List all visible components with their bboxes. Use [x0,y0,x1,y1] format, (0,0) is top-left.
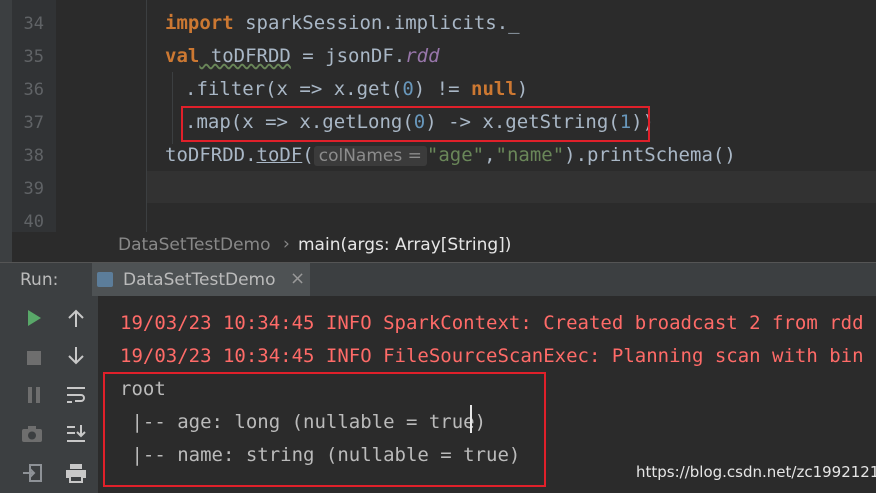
code-line-36[interactable]: .filter(x => x.get(0) != null) [185,78,528,100]
code-line-35[interactable]: val toDFRDD = jsonDF.rdd [165,45,440,67]
watermark: https://blog.csdn.net/zc19921215 [636,463,876,481]
keyword: null [471,78,517,100]
line-number: 37 [23,113,44,133]
field-name: rdd [405,45,440,67]
line-number: 36 [23,80,44,100]
run-icon[interactable] [22,308,46,332]
soft-wrap-icon[interactable] [64,385,88,409]
line-number: 34 [23,14,44,34]
breadcrumb: DataSetTestDemo › main(args: Array[Strin… [0,232,876,262]
line-number: 40 [23,212,44,232]
down-icon[interactable] [64,346,88,370]
breadcrumb-file[interactable]: DataSetTestDemo [118,235,271,255]
left-tool-strip [0,0,12,493]
number-literal: 0 [402,78,414,100]
current-line-highlight [146,171,876,203]
line-number: 35 [23,47,44,67]
code-text: ) != [413,78,471,100]
method-name: toDF [256,144,303,166]
camera-icon[interactable] [20,424,44,448]
code-text: ( [302,144,314,166]
run-toolbar [12,296,98,493]
run-config-icon [97,272,113,287]
parameter-hint: colNames = [313,146,427,166]
close-icon[interactable]: × [290,268,305,289]
keyword: import [165,12,234,34]
print-icon[interactable] [64,463,88,487]
indent-guide [146,0,147,232]
code-text: ).printSchema() [564,144,736,166]
stop-icon[interactable] [22,347,46,371]
code-text: .filter(x => x.get( [185,78,403,100]
line-number: 38 [23,146,44,166]
highlight-box [181,106,650,142]
up-icon[interactable] [64,308,88,332]
highlight-box [103,372,546,487]
code-line-34[interactable]: import sparkSession.implicits._ [165,12,520,34]
run-label: Run: [20,270,59,290]
breadcrumb-method[interactable]: main(args: Array[String]) [298,235,511,255]
line-number: 39 [23,179,44,199]
keyword: val [165,45,200,67]
code-text: ) [516,78,529,100]
code-text: , [484,144,496,166]
code-text: toDFRDD. [165,144,257,166]
variable-name: toDFRDD [199,45,291,67]
indent-guide [172,72,173,144]
string-literal: "name" [495,144,565,166]
console-line: 19/03/23 10:34:45 INFO SparkContext: Cre… [120,312,876,334]
console-line: 19/03/23 10:34:45 INFO FileSourceScanExe… [120,345,876,367]
login-icon[interactable] [20,463,44,487]
run-tab-label[interactable]: DataSetTestDemo [123,270,276,290]
scroll-to-end-icon[interactable] [64,424,88,448]
code-editor[interactable]: 34 35 36 37 38 39 40 import sparkSession… [0,0,876,232]
run-tool-window-header: Run: DataSetTestDemo × [0,262,876,297]
code-text: = jsonDF. [290,45,406,67]
code-text: sparkSession.implicits._ [233,12,520,34]
string-literal: "age" [426,144,485,166]
pause-icon[interactable] [22,385,46,409]
breadcrumb-separator: › [283,234,290,254]
code-line-38[interactable]: toDFRDD.toDF(colNames = "age","name").pri… [165,144,736,166]
